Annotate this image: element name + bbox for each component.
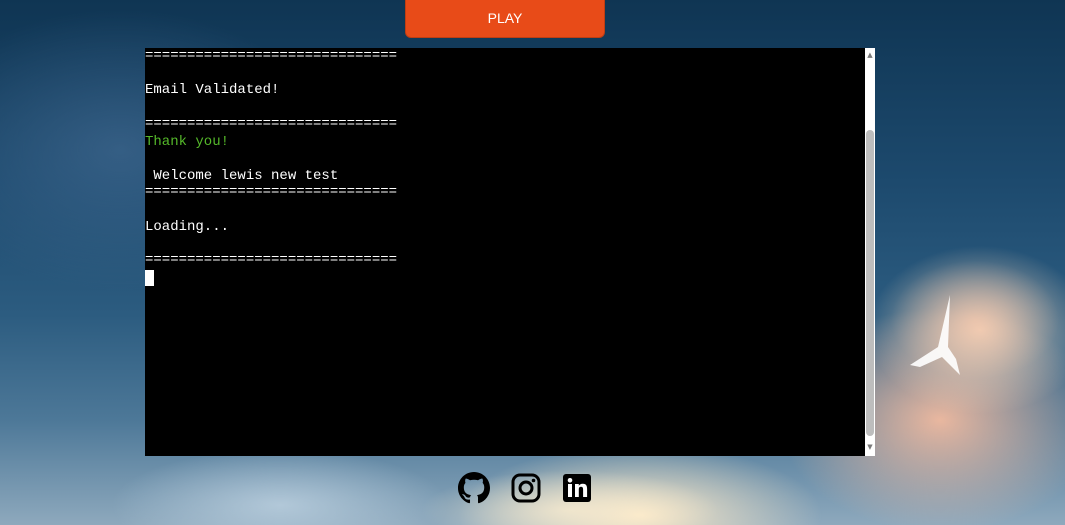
terminal-scrollbar[interactable]: ▲ ▼ [865,48,875,456]
scroll-down-arrow-icon[interactable]: ▼ [865,442,875,452]
terminal-success-line: Thank you! [145,134,230,150]
terminal-line: ============================== [145,116,398,132]
bird-illustration [910,295,960,375]
instagram-icon[interactable] [510,472,542,504]
play-button[interactable]: PLAY [405,0,605,38]
terminal-cursor [145,270,154,286]
scroll-thumb[interactable] [866,130,874,436]
terminal-line: ============================== [145,184,398,200]
terminal-line: ============================== [145,48,398,64]
terminal-line: Loading... [145,219,230,235]
terminal-window[interactable]: ============================== Email Val… [145,48,865,456]
terminal-line: ============================== [145,252,398,268]
github-icon[interactable] [458,472,490,504]
scroll-up-arrow-icon[interactable]: ▲ [865,50,875,60]
terminal-line: Welcome lewis new test [145,168,339,184]
linkedin-icon[interactable] [561,472,593,504]
terminal-line: Email Validated! [145,82,280,98]
